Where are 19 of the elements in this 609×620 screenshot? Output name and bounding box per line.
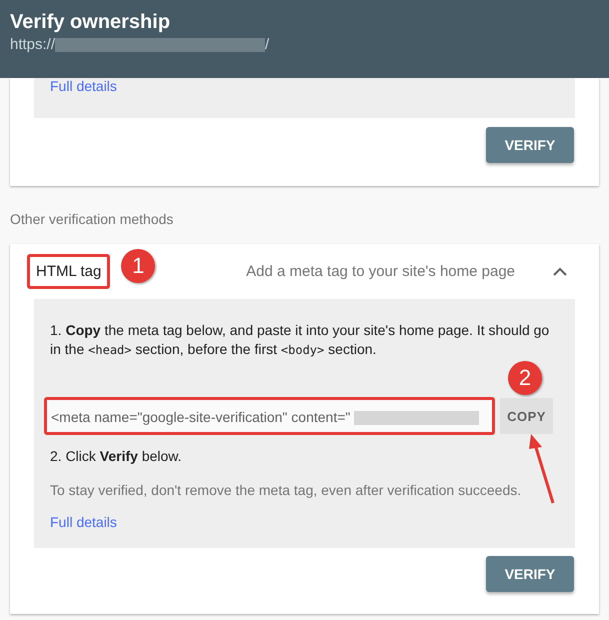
copy-button[interactable]: COPY: [500, 398, 553, 434]
verify-button[interactable]: VERIFY: [486, 556, 574, 592]
arrow-icon: [526, 433, 556, 505]
page-title: Verify ownership: [10, 10, 172, 35]
step-badge: 1: [121, 248, 156, 282]
full-details-link[interactable]: Full details: [50, 514, 117, 530]
method-description: Add a meta tag to your site's home page: [245, 263, 515, 280]
instruction-text: 1. Copy the meta tag below, and paste it into your site's home page. It should go in the <head> section, before the first <body> section.: [50, 321, 550, 359]
note-text: To stay verified, don't remove the meta tag, even after verification succeeds.: [50, 482, 522, 498]
method-name: HTML tag: [27, 254, 110, 289]
step-badge: 2: [508, 361, 542, 395]
section-label: Other verification methods: [9, 210, 174, 229]
full-details-link[interactable]: Full details: [50, 78, 117, 94]
meta-tag-field[interactable]: <meta name="google-site-verification" content=": [44, 397, 495, 435]
verify-button[interactable]: VERIFY: [486, 127, 574, 163]
site-url: https://: [10, 35, 56, 55]
site-url: /: [265, 35, 270, 55]
method-header[interactable]: HTML tag 1 Add a meta tag to your site's home page: [10, 244, 599, 299]
instruction-text: 2. Click Verify below.: [50, 447, 183, 466]
